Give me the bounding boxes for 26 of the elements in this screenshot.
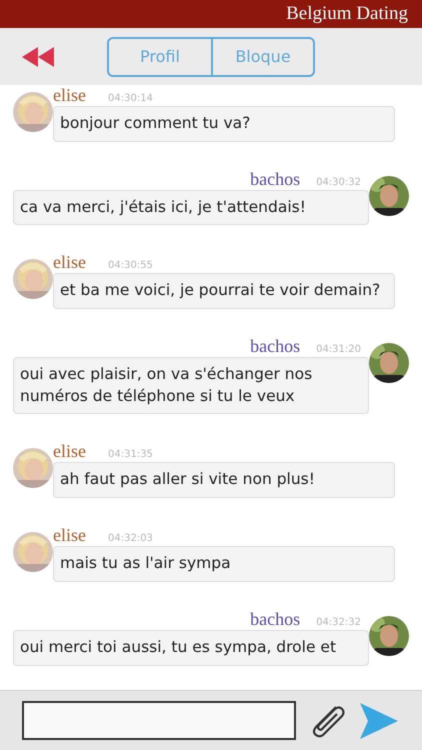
sender-name: bachos (250, 608, 300, 631)
sender-name: elise (53, 440, 86, 464)
segment-button[interactable]: Bloque (211, 39, 313, 75)
message-input[interactable] (22, 701, 296, 740)
message-time: 04:32:32 (316, 616, 361, 630)
sender-name: elise (53, 85, 86, 107)
sender-name: bachos (250, 335, 300, 358)
sender-name: bachos (250, 168, 300, 191)
back-icon[interactable] (22, 46, 54, 66)
message-time: 04:32:03 (108, 532, 153, 546)
message-bubble: ah faut pas aller si vite non plus! (53, 462, 395, 498)
message-time: 04:31:35 (108, 448, 153, 462)
segment-button[interactable]: Profil (109, 39, 211, 75)
message-bubble: bonjour comment tu va? (53, 106, 395, 142)
message-bubble: ca va merci, j'étais ici, je t'attendais! (13, 190, 369, 226)
app-title: Belgium Dating (0, 0, 422, 28)
message-bubble: oui merci toi aussi, tu es sympa, drole et (13, 630, 369, 666)
message-time: 04:30:32 (316, 176, 361, 190)
message-time: 04:30:55 (108, 259, 153, 274)
sender-name: elise (53, 524, 86, 548)
message-bubble: oui avec plaisir, on va s'échanger nos numéros de téléphone si tu le veux (13, 357, 369, 414)
message-time: 04:31:20 (316, 343, 361, 358)
message-bubble: et ba me voici, je pourrai te voir demain? (53, 273, 395, 310)
message-time: 04:30:14 (108, 92, 153, 106)
message-bubble: mais tu as l'air sympa (53, 546, 395, 582)
sender-name: elise (53, 251, 86, 274)
